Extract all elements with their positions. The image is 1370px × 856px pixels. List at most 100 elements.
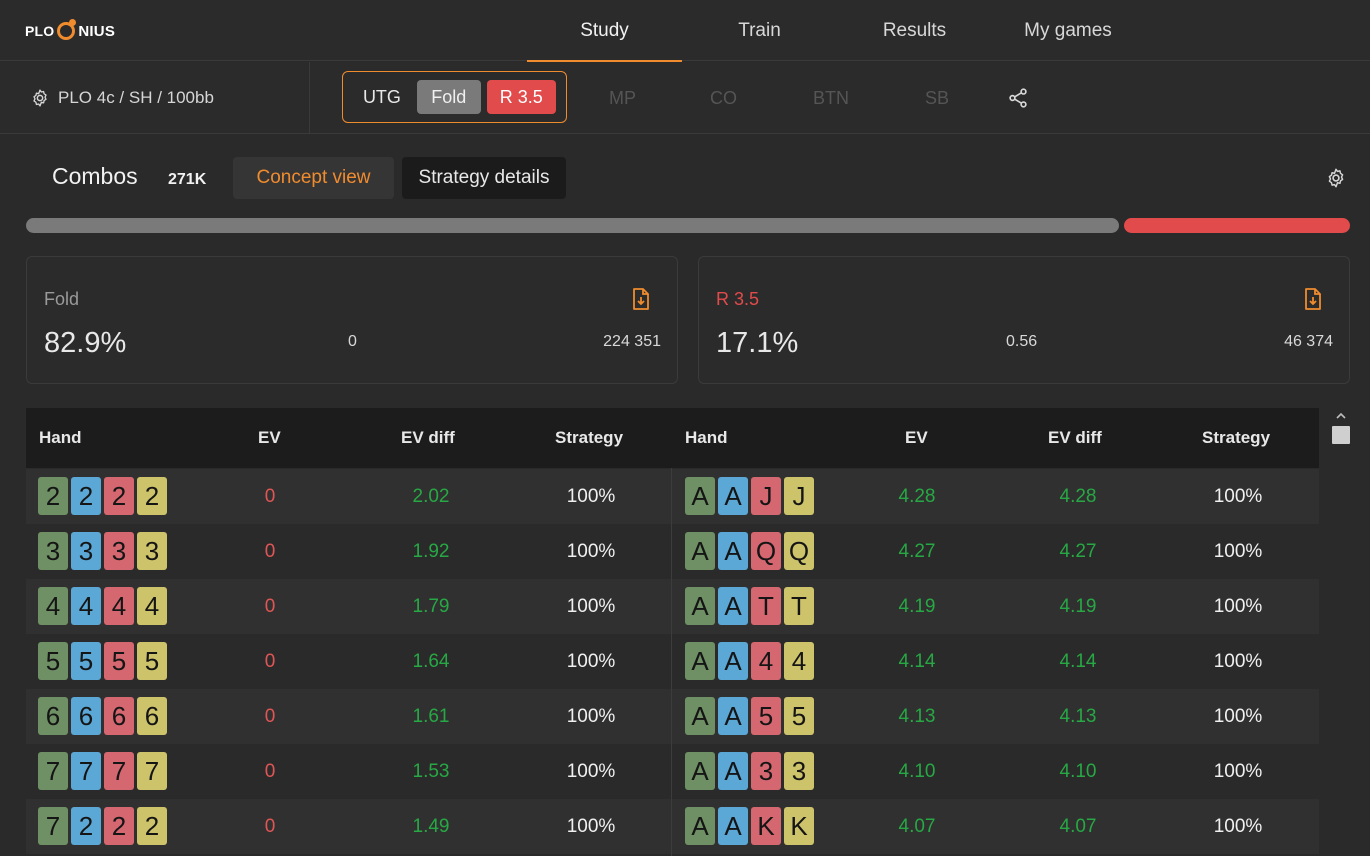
action-card-raise[interactable]: R 3.5 17.1% 0.56 46 374 <box>698 256 1350 384</box>
position-utg-label[interactable]: UTG <box>353 87 411 108</box>
ev-diff-cell: 1.92 <box>412 540 450 562</box>
hand-cards[interactable]: 3333 <box>38 532 167 570</box>
hand-cards[interactable]: 7777 <box>38 752 167 790</box>
logo-g-mark-icon <box>57 19 77 40</box>
plogenius-logo[interactable]: PLO NIUS <box>25 18 115 44</box>
position-mp[interactable]: MP <box>609 62 636 134</box>
strategy-cell: 100% <box>566 540 616 562</box>
chevron-up-icon[interactable] <box>1333 410 1349 422</box>
gear-icon <box>33 89 47 107</box>
action-card-combos: 46 374 <box>1284 333 1333 350</box>
tab-train[interactable]: Train <box>682 0 837 61</box>
ev-diff-cell: 1.79 <box>412 595 450 617</box>
playing-card: 5 <box>784 697 814 735</box>
column-header-strategy[interactable]: Strategy <box>1202 408 1270 468</box>
hand-cards[interactable]: 5555 <box>38 642 167 680</box>
playing-card: J <box>784 477 814 515</box>
gear-icon[interactable] <box>1325 167 1347 189</box>
divider <box>309 62 310 134</box>
hand-cards[interactable]: 4444 <box>38 587 167 625</box>
action-card-label: R 3.5 <box>716 289 760 309</box>
ev-diff-cell: 1.61 <box>412 705 450 727</box>
table-row[interactable]: 7 2 2 2 0 1.49 100% A A K K 4.07 4.07 100% <box>26 799 1319 854</box>
hand-cards[interactable]: AAKK <box>685 807 814 845</box>
table-row[interactable]: 3 3 3 3 0 1.92 100% A A Q Q 4.27 4.27 100% <box>26 524 1319 579</box>
position-btn[interactable]: BTN <box>813 62 849 134</box>
table-row[interactable]: 6 6 6 6 0 1.61 100% A A 5 5 4.13 4.13 100% <box>26 689 1319 744</box>
table-row[interactable]: 7 7 7 7 0 1.53 100% A A 3 3 4.10 4.10 100% <box>26 744 1319 799</box>
column-header-hand[interactable]: Hand <box>39 408 82 468</box>
game-settings-button[interactable]: PLO 4c / SH / 100bb <box>30 62 214 134</box>
hand-cards[interactable]: AA33 <box>685 752 814 790</box>
column-header-ev[interactable]: EV <box>258 408 281 468</box>
playing-card: 5 <box>137 642 167 680</box>
ev-diff-cell: 4.07 <box>1059 815 1097 837</box>
ev-diff-cell: 1.64 <box>412 650 450 672</box>
table-row[interactable]: 4 4 4 4 0 1.79 100% A A T T 4.19 4.19 100% <box>26 579 1319 634</box>
file-export-icon[interactable] <box>1303 287 1323 311</box>
strategy-details-button[interactable]: Strategy details <box>402 157 566 199</box>
column-header-hand[interactable]: Hand <box>685 408 728 468</box>
column-header-strategy[interactable]: Strategy <box>555 408 623 468</box>
concept-view-button[interactable]: Concept view <box>233 157 394 199</box>
playing-card: T <box>784 587 814 625</box>
hand-cards[interactable]: 6666 <box>38 697 167 735</box>
action-card-fold[interactable]: Fold 82.9% 0 224 351 <box>26 256 678 384</box>
strategy-bar-raise <box>1124 218 1350 233</box>
playing-card: K <box>751 807 781 845</box>
playing-card: A <box>718 807 748 845</box>
ev-cell: 0 <box>264 760 276 782</box>
playing-card: 2 <box>104 477 134 515</box>
combos-title: Combos <box>52 163 138 189</box>
column-header-ev-diff[interactable]: EV diff <box>401 408 455 468</box>
game-settings-label: PLO 4c / SH / 100bb <box>58 88 214 107</box>
hand-cards[interactable]: AA55 <box>685 697 814 735</box>
hand-cards[interactable]: AATT <box>685 587 814 625</box>
playing-card: A <box>718 477 748 515</box>
share-icon[interactable] <box>1007 87 1029 109</box>
playing-card: A <box>718 587 748 625</box>
position-co[interactable]: CO <box>710 62 737 134</box>
position-utg-group: UTG Fold R 3.5 <box>342 71 567 123</box>
hand-cards[interactable]: 2222 <box>38 477 167 515</box>
playing-card: T <box>751 587 781 625</box>
table-row[interactable]: 2 2 2 2 0 2.02 100% A A J J 4.28 4.28 100% <box>26 469 1319 524</box>
strategy-cell: 100% <box>566 760 616 782</box>
strategy-cell: 100% <box>1213 540 1263 562</box>
table-header: Hand EV EV diff Strategy Hand EV EV diff… <box>26 408 1319 468</box>
playing-card: 4 <box>751 642 781 680</box>
file-export-icon[interactable] <box>631 287 651 311</box>
strategy-cell: 100% <box>1213 595 1263 617</box>
strategy-cell: 100% <box>1213 650 1263 672</box>
playing-card: A <box>685 587 715 625</box>
ev-cell: 0 <box>264 485 276 507</box>
playing-card: A <box>685 642 715 680</box>
hand-cards[interactable]: 7222 <box>38 807 167 845</box>
column-header-ev[interactable]: EV <box>905 408 928 468</box>
strategy-cell: 100% <box>566 650 616 672</box>
action-raise-chip[interactable]: R 3.5 <box>486 80 556 114</box>
playing-card: A <box>685 807 715 845</box>
playing-card: 3 <box>784 752 814 790</box>
ev-cell: 0 <box>264 595 276 617</box>
action-fold-chip[interactable]: Fold <box>416 80 481 114</box>
hand-cards[interactable]: AAJJ <box>685 477 814 515</box>
hand-cards[interactable]: AA44 <box>685 642 814 680</box>
table-row[interactable]: 5 5 5 5 0 1.64 100% A A 4 4 4.14 4.14 100% <box>26 634 1319 689</box>
ev-cell: 4.07 <box>898 815 936 837</box>
scrollbar-thumb[interactable] <box>1332 426 1350 444</box>
playing-card: 2 <box>38 477 68 515</box>
playing-card: A <box>685 752 715 790</box>
column-header-ev-diff[interactable]: EV diff <box>1048 408 1102 468</box>
hand-cards[interactable]: AAQQ <box>685 532 814 570</box>
action-card-label: Fold <box>44 289 80 309</box>
playing-card: K <box>784 807 814 845</box>
action-card-percentage: 82.9% <box>44 327 127 359</box>
playing-card: 4 <box>137 587 167 625</box>
tab-study[interactable]: Study <box>527 0 682 62</box>
tab-results[interactable]: Results <box>837 0 992 61</box>
tab-my-games[interactable]: My games <box>992 0 1144 61</box>
strategy-cell: 100% <box>566 595 616 617</box>
position-sb[interactable]: SB <box>925 62 949 134</box>
playing-card: A <box>685 477 715 515</box>
